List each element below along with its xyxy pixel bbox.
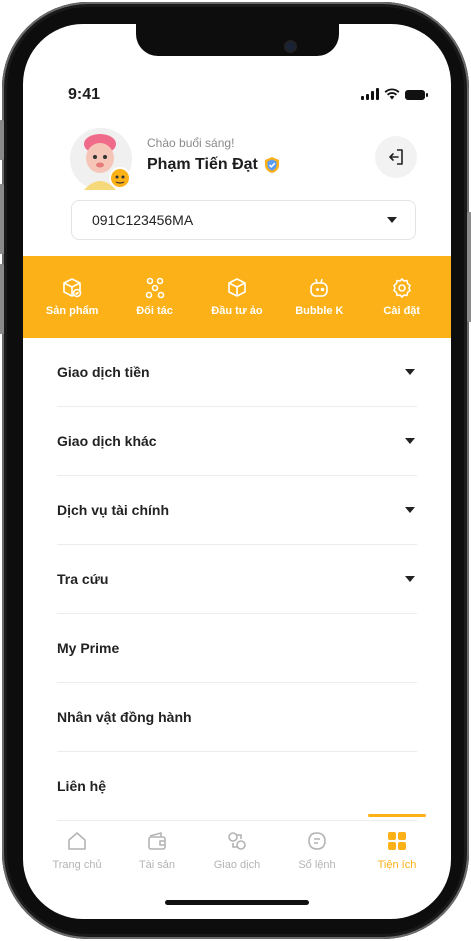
utilities-menu: Giao dịch tiền Giao dịch khác Dịch vụ tà… xyxy=(57,338,417,821)
logout-button[interactable] xyxy=(375,136,417,178)
package-icon xyxy=(63,278,82,298)
quick-action-settings[interactable]: Cài đặt xyxy=(365,277,439,317)
tab-label: Trang chủ xyxy=(52,859,102,871)
chevron-down-icon xyxy=(387,217,397,223)
battery-icon xyxy=(405,90,428,100)
tab-utilities[interactable]: Tiện ích xyxy=(362,814,432,896)
grid-icon xyxy=(388,832,406,850)
account-select[interactable]: 091C123456MA xyxy=(71,200,416,240)
status-time: 9:41 xyxy=(68,86,101,103)
quick-action-label: Cài đặt xyxy=(383,305,421,317)
trade-icon xyxy=(228,832,246,850)
menu-item-label: Dịch vụ tài chính xyxy=(57,502,170,518)
quick-action-partners[interactable]: Đối tác xyxy=(118,277,192,317)
bottom-tab-bar: Trang chủ Tài sản Giao dịch Sổ lệnh Tiện… xyxy=(23,814,451,896)
menu-item-contact[interactable]: Liên hệ xyxy=(57,752,417,821)
quick-action-label: Đối tác xyxy=(136,305,173,317)
menu-item-label: Tra cứu xyxy=(57,571,109,587)
chevron-down-icon xyxy=(405,438,415,444)
menu-item-label: Giao dịch tiền xyxy=(57,364,150,380)
logout-icon xyxy=(389,149,403,165)
menu-item-lookup[interactable]: Tra cứu xyxy=(57,545,417,614)
tab-transactions[interactable]: Giao dịch xyxy=(202,816,272,896)
menu-item-label: Liên hệ xyxy=(57,778,107,794)
volume-up-button xyxy=(0,184,4,254)
quick-action-virtual-invest[interactable]: Đầu tư ảo xyxy=(200,277,274,317)
app-screen: 9:41 Chào buổi sáng! Phạm Tiến Đạt 091C1… xyxy=(23,24,451,919)
account-number: 091C123456MA xyxy=(92,212,194,228)
orderbook-icon xyxy=(308,832,326,850)
quick-action-bubble-k[interactable]: Bubble K xyxy=(282,277,356,317)
quick-action-label: Sản phẩm xyxy=(45,305,99,317)
box-icon xyxy=(228,278,246,297)
wifi-icon xyxy=(384,88,400,100)
menu-item-other-transactions[interactable]: Giao dịch khác xyxy=(57,407,417,476)
notch xyxy=(136,24,339,56)
menu-item-my-prime[interactable]: My Prime xyxy=(57,614,417,683)
quick-action-label: Bubble K xyxy=(295,305,344,317)
avatar-character-icon xyxy=(70,128,132,190)
tab-label: Giao dịch xyxy=(213,859,261,871)
quick-action-products[interactable]: Sản phẩm xyxy=(35,277,109,317)
status-icons xyxy=(361,86,428,100)
greeting-text: Chào buổi sáng! xyxy=(147,136,235,150)
home-indicator xyxy=(165,900,309,905)
signal-icon xyxy=(361,88,379,100)
tab-assets[interactable]: Tài sản xyxy=(122,816,192,896)
tab-label: Tài sản xyxy=(138,859,176,871)
home-icon xyxy=(68,832,86,850)
volume-down-button xyxy=(0,264,4,334)
tab-order-book[interactable]: Sổ lệnh xyxy=(282,816,352,896)
power-button xyxy=(467,212,471,322)
menu-item-label: Giao dịch khác xyxy=(57,433,157,449)
gear-icon xyxy=(392,278,411,298)
gamepad-icon xyxy=(310,278,329,297)
tab-home[interactable]: Trang chủ xyxy=(42,816,112,896)
tab-label: Tiện ích xyxy=(377,859,417,871)
user-name-label: Phạm Tiến Đạt xyxy=(147,156,258,173)
wallet-icon xyxy=(148,832,166,850)
camera xyxy=(286,42,295,51)
quick-actions-bar: Sản phẩm Đối tác Đầu tư ảo Bubble K Cài … xyxy=(23,256,451,338)
quick-action-label: Đầu tư ảo xyxy=(211,305,263,317)
tab-label: Sổ lệnh xyxy=(298,859,336,871)
chevron-down-icon xyxy=(405,507,415,513)
phone-frame: 9:41 Chào buổi sáng! Phạm Tiến Đạt 091C1… xyxy=(0,2,471,939)
menu-item-companion-character[interactable]: Nhân vật đồng hành xyxy=(57,683,417,752)
network-icon xyxy=(145,277,164,299)
mute-switch xyxy=(0,120,4,160)
chevron-down-icon xyxy=(405,576,415,582)
chevron-down-icon xyxy=(405,369,415,375)
avatar[interactable] xyxy=(70,128,132,190)
verified-shield-icon xyxy=(264,157,279,173)
menu-item-label: My Prime xyxy=(57,640,120,656)
menu-item-financial-services[interactable]: Dịch vụ tài chính xyxy=(57,476,417,545)
menu-item-label: Nhân vật đồng hành xyxy=(57,709,192,725)
menu-item-money-transactions[interactable]: Giao dịch tiền xyxy=(57,338,417,407)
user-name: Phạm Tiến Đạt xyxy=(147,156,280,174)
